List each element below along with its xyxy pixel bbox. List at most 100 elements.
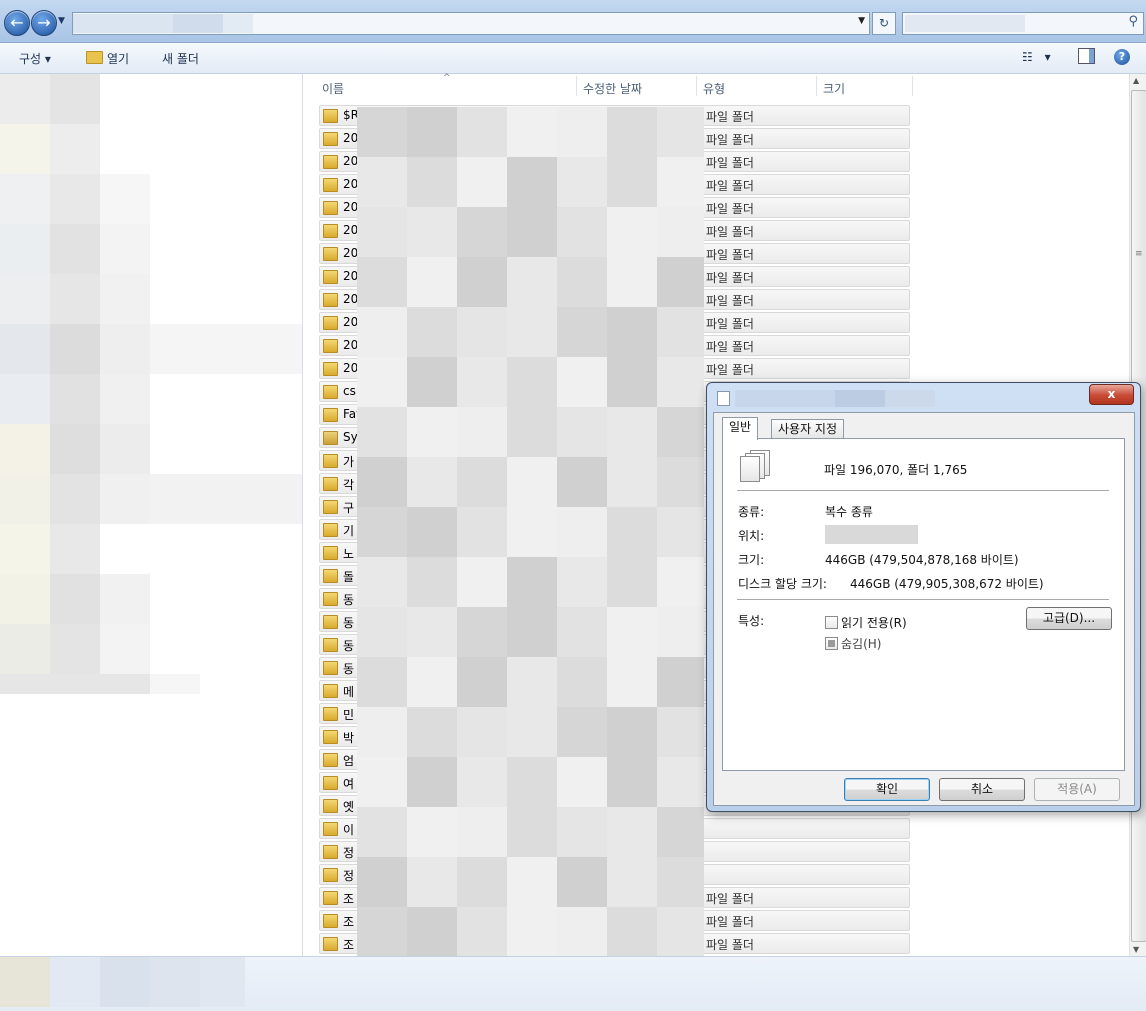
redacted-region (507, 807, 557, 857)
file-type: 파일 폴더 (706, 133, 754, 147)
folder-icon (323, 776, 338, 790)
file-type: 파일 폴더 (706, 892, 754, 906)
search-icon[interactable]: ⚲ (1128, 14, 1138, 29)
file-type: 파일 폴더 (706, 179, 754, 193)
organize-button[interactable]: 구성 ▾ (19, 50, 51, 67)
redacted-region (100, 174, 150, 224)
file-name: 엄 (343, 754, 355, 768)
apply-button[interactable]: 적용(A) (1034, 778, 1120, 801)
attributes-label: 특성: (738, 614, 765, 628)
column-divider[interactable] (696, 76, 697, 96)
redacted-region (50, 474, 100, 524)
file-type: 파일 폴더 (706, 248, 754, 262)
ok-button[interactable]: 확인 (844, 778, 930, 801)
locked-folder-icon (323, 431, 338, 445)
redacted-region (50, 957, 100, 1007)
column-divider[interactable] (912, 76, 913, 96)
disk-size-label: 디스크 할당 크기: (738, 577, 827, 591)
hidden-label[interactable]: 숨김(H) (841, 635, 881, 652)
redacted-region (357, 657, 407, 707)
divider (737, 490, 1109, 491)
redacted-region (407, 607, 457, 657)
cancel-button[interactable]: 취소 (939, 778, 1025, 801)
file-name: 동 (343, 593, 355, 607)
pane-divider[interactable] (302, 74, 303, 956)
file-type: 파일 폴더 (706, 294, 754, 308)
folder-icon (323, 270, 338, 284)
file-name: 여 (343, 777, 355, 791)
redacted-region (557, 807, 607, 857)
redacted-region (407, 557, 457, 607)
back-arrow-icon[interactable]: ← (4, 10, 30, 36)
redacted-region (407, 207, 457, 257)
details-view-icon: ☷ (1022, 50, 1033, 64)
redacted-region (357, 407, 407, 457)
scroll-up-icon[interactable]: ▲ (1133, 76, 1139, 85)
folder-icon (323, 845, 338, 859)
redacted-region (507, 507, 557, 557)
column-divider[interactable] (816, 76, 817, 96)
forward-arrow-icon[interactable]: → (31, 10, 57, 36)
folder-icon (323, 224, 338, 238)
navigation-pane[interactable] (0, 74, 302, 956)
column-header-date[interactable]: 수정한 날짜 (583, 80, 642, 97)
file-name: 20 (343, 361, 359, 375)
redacted-region (607, 857, 657, 907)
redacted-region (457, 457, 507, 507)
file-name: 20 (343, 177, 359, 191)
file-type: 파일 폴더 (706, 363, 754, 377)
column-header-size[interactable]: 크기 (823, 80, 845, 97)
redacted-region (0, 124, 50, 174)
help-icon[interactable]: ? (1114, 49, 1130, 65)
redacted-region (657, 207, 704, 257)
readonly-label[interactable]: 읽기 전용(R) (841, 614, 907, 631)
hidden-checkbox[interactable] (825, 637, 838, 650)
view-options-button[interactable]: ☷ ▾ (1022, 50, 1051, 64)
scroll-down-icon[interactable]: ▼ (1133, 945, 1139, 954)
redacted-region (457, 407, 507, 457)
column-header-type[interactable]: 유형 (703, 80, 725, 97)
open-button[interactable]: 열기 (86, 50, 129, 67)
redacted-region (557, 657, 607, 707)
redacted-region (457, 207, 507, 257)
history-dropdown-icon[interactable]: ▼ (58, 16, 68, 28)
redacted-region (557, 757, 607, 807)
column-header-name[interactable]: 이름 (322, 80, 344, 97)
search-input[interactable]: ⚲ (902, 12, 1144, 35)
folder-icon (323, 132, 338, 146)
close-button[interactable]: x (1089, 384, 1134, 405)
chevron-down-icon[interactable]: ▼ (858, 16, 865, 26)
address-input[interactable]: ▼ (72, 12, 870, 35)
redacted-region (50, 174, 100, 224)
redacted-region (607, 707, 657, 757)
new-folder-button[interactable]: 새 폴더 (162, 50, 199, 67)
redacted-region (905, 15, 1025, 32)
folder-icon (323, 891, 338, 905)
tab-custom[interactable]: 사용자 지정 (771, 419, 845, 439)
refresh-icon[interactable]: ↻ (872, 12, 896, 35)
redacted-region (357, 107, 407, 157)
readonly-checkbox[interactable] (825, 616, 838, 629)
redacted-region (173, 14, 223, 33)
folder-icon (323, 293, 338, 307)
tab-general[interactable]: 일반 (722, 417, 759, 440)
redacted-region (407, 807, 457, 857)
file-type: 파일 폴더 (706, 110, 754, 124)
properties-dialog[interactable]: x 일반 사용자 지정 파일 196,070, 폴더 1,765 종류: 복수 … (706, 382, 1141, 812)
preview-pane-icon[interactable] (1078, 48, 1095, 64)
redacted-region (407, 707, 457, 757)
file-type: 파일 폴더 (706, 225, 754, 239)
grip-icon: ≡ (1135, 249, 1143, 259)
redacted-region (0, 174, 50, 224)
advanced-button[interactable]: 고급(D)... (1026, 607, 1112, 630)
redacted-region (557, 107, 607, 157)
column-divider[interactable] (576, 76, 577, 96)
redacted-region (357, 857, 407, 907)
redacted-region (557, 357, 607, 407)
redacted-region (557, 257, 607, 307)
redacted-region (607, 107, 657, 157)
redacted-region (607, 907, 657, 956)
redacted-region (657, 657, 704, 707)
open-label: 열기 (107, 52, 130, 66)
redacted-region (407, 757, 457, 807)
